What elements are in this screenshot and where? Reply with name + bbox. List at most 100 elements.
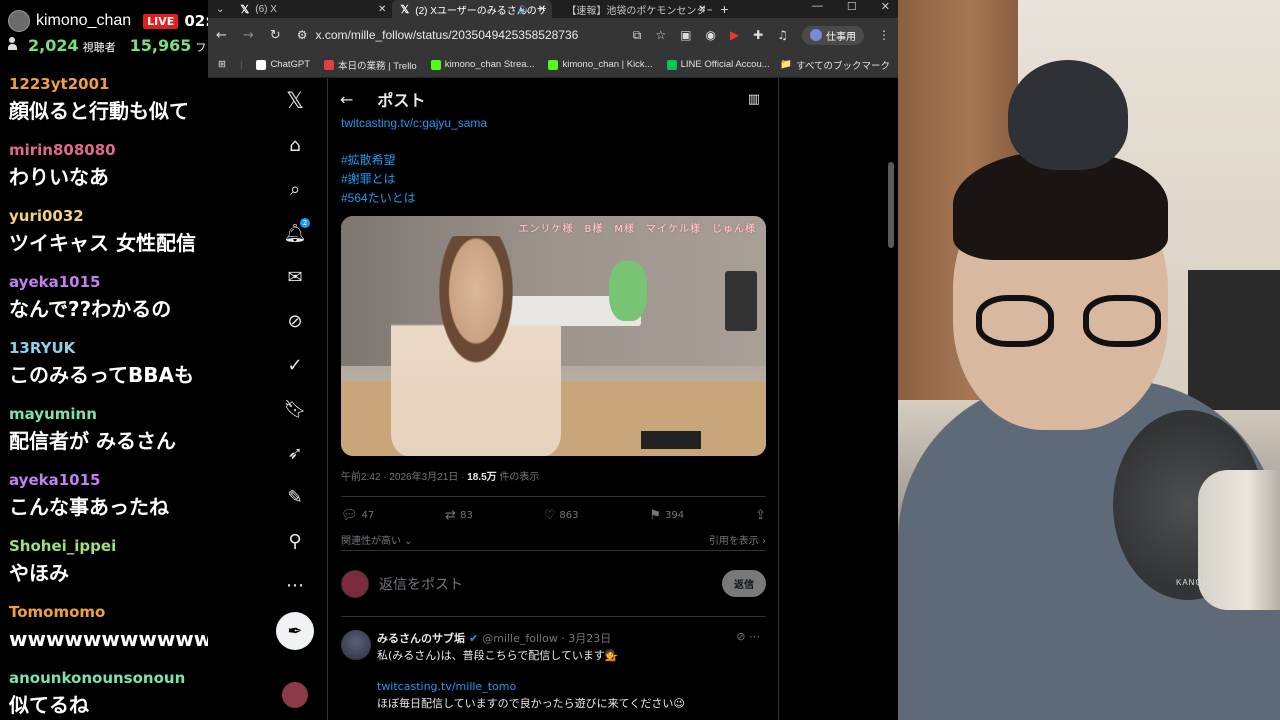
like-action[interactable]: ♡ 863 (544, 508, 579, 523)
tab-current-post[interactable]: 𝕏 (2) Xユーザーのみるさんのサ 🔈 ✕ (392, 0, 553, 18)
sort-relevance[interactable]: 関連性が高い ⌄ (341, 532, 413, 547)
reply-composer: 返信をポスト 返信 (341, 568, 766, 600)
chat-username: mayuminn (9, 405, 97, 423)
more-options-icon[interactable]: ⊘ ⋯ (736, 630, 760, 643)
star-icon[interactable]: ☆ (655, 28, 666, 42)
notifications-icon[interactable]: 🔔︎ 2 (282, 218, 310, 246)
chat-text: わりいなあ (9, 165, 109, 189)
tweet-link[interactable]: twitcasting.tv/mille_tomo (377, 680, 516, 693)
reply-input[interactable]: 返信をポスト (379, 574, 463, 594)
chat-text: ツイキャス 女性配信 (9, 231, 196, 255)
maximize-icon[interactable]: ☐ (847, 0, 857, 13)
viewers-icon (8, 37, 24, 51)
reload-icon[interactable]: ↻ (270, 28, 281, 43)
tweet-header: みるさんのサブ垢 ✔ @mille_follow · 3月23日 (377, 630, 611, 646)
media-icon[interactable]: ♫ (777, 28, 788, 42)
install-icon[interactable]: ⧉ (633, 28, 642, 43)
post-timestamp[interactable]: 午前2:42 · 2026年3月21日 · (341, 472, 467, 483)
chat-list: 1223yt2001 顔似ると行動も似て mirin808080 わりいなあ yur… (0, 72, 208, 720)
reply-count: 47 (361, 510, 375, 521)
back-icon[interactable]: ← (216, 28, 227, 43)
extensions-icon[interactable]: ✚ (753, 28, 763, 42)
post-column: ← ポスト ▥ twitcasting.tv/c:gajyu_sama #拡散希… (328, 78, 778, 720)
articles-icon[interactable]: ✎ (282, 484, 308, 510)
profile-button[interactable]: 仕事用 (802, 25, 864, 45)
home-icon[interactable]: ⌂ (282, 132, 308, 158)
bookmark-line[interactable]: LINE Official Accou... (666, 59, 770, 70)
window-close-icon[interactable]: ✕ (881, 0, 890, 13)
extension-youtube-icon[interactable]: ▶ (730, 28, 739, 42)
share-icon: ⇪ (755, 508, 766, 523)
twitcasting-link[interactable]: twitcasting.tv/c:gajyu_sama (341, 114, 761, 133)
bookmark-label: kimono_chan Strea... (444, 59, 535, 70)
close-icon[interactable]: ✕ (378, 4, 386, 15)
extension-a-icon[interactable]: ▣ (680, 28, 691, 42)
view-count: 18.5万 (467, 472, 497, 483)
more-icon[interactable]: ⋯ (282, 572, 308, 598)
webcam-penguin-hat (1008, 60, 1128, 170)
all-bookmarks[interactable]: 📁 すべてのブックマーク (780, 58, 890, 72)
bookmark-trello[interactable]: 本日の業務 | Trello (324, 58, 417, 72)
reply-button[interactable]: 返信 (722, 570, 766, 597)
messages-icon[interactable]: ✉ (282, 264, 308, 290)
close-icon[interactable]: ✕ (538, 4, 546, 15)
tab-search-icon[interactable]: ⌄ (208, 4, 232, 15)
x-logo-icon[interactable]: 𝕏 (282, 88, 308, 114)
back-arrow-icon[interactable]: ← (340, 90, 353, 109)
minimize-icon[interactable]: — (812, 0, 823, 13)
verified-icon[interactable]: ✓ (282, 352, 308, 378)
avatar[interactable] (341, 630, 371, 660)
hashtag-link[interactable]: #謝罪とは (341, 170, 761, 189)
media-monitor (725, 271, 757, 331)
live-badge: LIVE (143, 13, 179, 29)
speaker-icon[interactable]: 🔈 (518, 4, 530, 15)
toolbar-icons: ⧉ ☆ ▣ ◉ ▶ ✚ ♫ 仕事用 ⋮ (633, 25, 890, 45)
reply-action[interactable]: 💬︎ 47 (341, 508, 374, 523)
media-plush (609, 261, 647, 321)
tab-news[interactable]: 【速報】池袋のポケモンセンター ✕ (552, 0, 712, 18)
grok-icon[interactable]: ⊘ (282, 308, 308, 334)
chat-username: yuri0032 (9, 207, 84, 225)
menu-icon[interactable]: ⋮ (878, 28, 890, 42)
hashtag-link[interactable]: #564たいとは (341, 189, 761, 208)
bookmarks-icon[interactable]: 🔖︎ (282, 396, 308, 422)
view-quotes-link[interactable]: 引用を表示 › (709, 532, 766, 547)
hashtag-link[interactable]: #拡散希望 (341, 151, 761, 170)
new-tab-button[interactable]: + (712, 1, 736, 17)
post-meta: 午前2:42 · 2026年3月21日 · 18.5万 件の表示 (341, 468, 539, 483)
apps-icon[interactable]: ⊞ (218, 59, 226, 70)
repost-action[interactable]: ⇄ 83 (445, 508, 473, 523)
media-keyboard (641, 431, 701, 449)
x-logo-icon: 𝕏 (400, 3, 410, 16)
explore-search-icon[interactable]: ⌕ (282, 176, 308, 202)
chat-message: yuri0032 ツイキャス 女性配信 (0, 204, 208, 270)
bookmark-chatgpt[interactable]: ChatGPT (256, 59, 310, 70)
url-field[interactable]: ⚙ x.com/mille_follow/status/203504942535… (297, 28, 597, 42)
account-avatar[interactable] (282, 682, 308, 708)
post-media-image[interactable]: エンリケ様 B様 M様 マイケル様 じゅん様 (341, 216, 766, 456)
extension-b-icon[interactable]: ◉ (705, 28, 715, 42)
bookmark-divider: | (239, 59, 243, 70)
jobs-rocket-icon[interactable]: ➶ (282, 440, 308, 466)
x-logo-icon: 𝕏 (240, 3, 250, 16)
share-action[interactable]: ⇪ (755, 508, 766, 523)
tweet-author-name[interactable]: みるさんのサブ垢 (377, 630, 465, 646)
profile-icon[interactable]: ⚲ (282, 528, 308, 554)
tweet-handle[interactable]: @mille_follow · 3月23日 (482, 630, 611, 646)
reader-mode-icon[interactable]: ▥ (748, 92, 760, 107)
bookmark-action[interactable]: ⚑ 394 (649, 508, 684, 523)
tab-x-home[interactable]: 𝕏 (6) X ✕ (232, 0, 392, 18)
close-icon[interactable]: ✕ (698, 4, 706, 15)
chat-username: mirin808080 (9, 141, 116, 159)
trello-icon (324, 59, 335, 70)
forward-icon[interactable]: → (243, 28, 254, 43)
compose-post-button[interactable]: ✒ (276, 612, 314, 650)
bookmark-kick-stream[interactable]: kimono_chan Strea... (430, 59, 535, 70)
tab-title: (6) X (255, 3, 277, 15)
bookmark-label: LINE Official Accou... (680, 59, 770, 70)
site-info-icon[interactable]: ⚙ (297, 28, 308, 42)
reply-icon: 💬︎ (341, 508, 358, 523)
bookmark-kick[interactable]: kimono_chan | Kick... (548, 59, 653, 70)
scrollbar[interactable] (888, 162, 894, 248)
chat-username: Shohei_ippei (9, 537, 117, 555)
